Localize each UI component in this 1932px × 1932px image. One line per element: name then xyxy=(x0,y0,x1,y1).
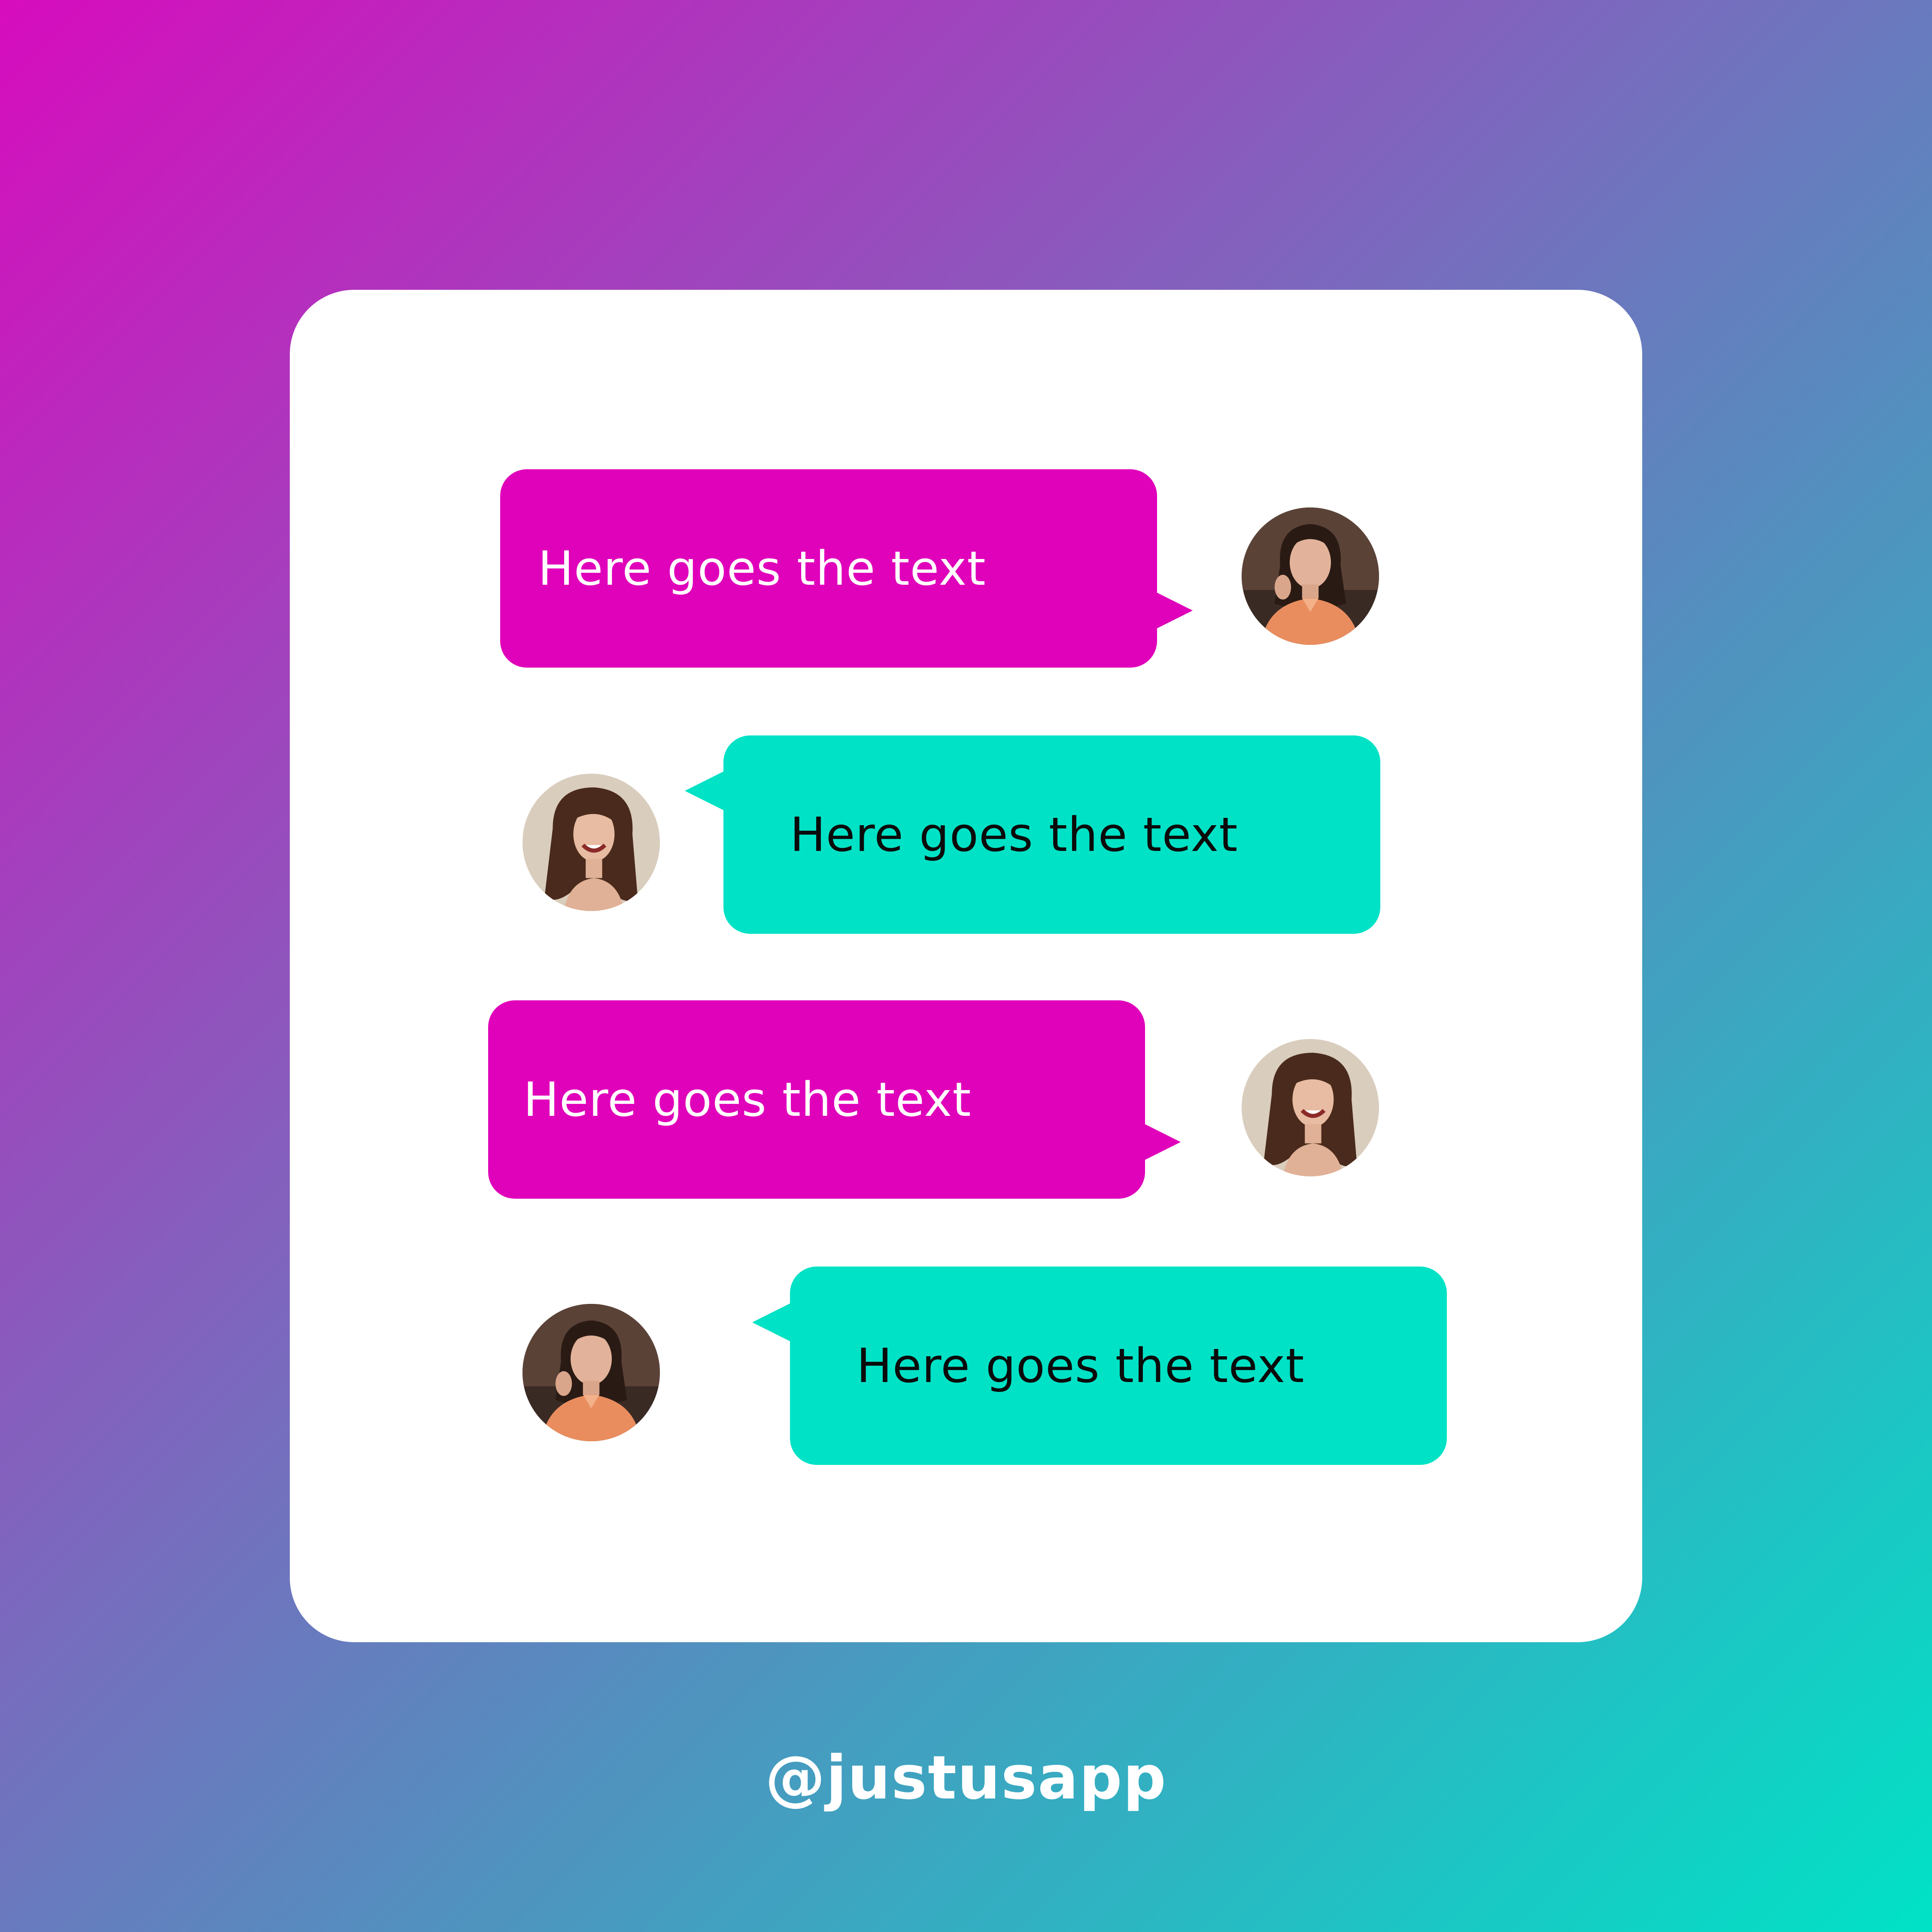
message-bubble-4: Here goes the text xyxy=(790,1267,1447,1465)
message-tail-1 xyxy=(1154,591,1193,630)
avatar-woman-orange-shirt-2 xyxy=(522,1304,660,1441)
avatar-woman-smiling-2 xyxy=(1242,1039,1379,1176)
message-tail-4 xyxy=(752,1303,791,1342)
message-text-4: Here goes the text xyxy=(857,1338,1305,1393)
woman-orange-shirt-avatar-icon xyxy=(1242,507,1379,645)
post-background: Here goes the text Here goes the text He… xyxy=(0,0,1932,1932)
woman-orange-shirt-avatar-icon-2 xyxy=(522,1304,660,1441)
avatar-woman-orange-shirt-1 xyxy=(1242,507,1379,645)
message-bubble-3: Here goes the text xyxy=(488,1000,1145,1199)
chat-card: Here goes the text Here goes the text He… xyxy=(290,290,1642,1642)
account-handle: @justusapp xyxy=(765,1743,1167,1813)
message-tail-2 xyxy=(685,772,723,810)
message-text-1: Here goes the text xyxy=(538,541,986,596)
message-bubble-1: Here goes the text xyxy=(500,469,1157,668)
woman-smiling-avatar-icon-2 xyxy=(1242,1039,1379,1176)
avatar-woman-smiling-1 xyxy=(522,774,660,911)
message-text-3: Here goes the text xyxy=(523,1072,972,1127)
message-bubble-2: Here goes the text xyxy=(723,735,1380,934)
woman-smiling-avatar-icon xyxy=(522,774,660,911)
message-tail-3 xyxy=(1142,1123,1181,1161)
message-text-2: Here goes the text xyxy=(790,807,1238,862)
